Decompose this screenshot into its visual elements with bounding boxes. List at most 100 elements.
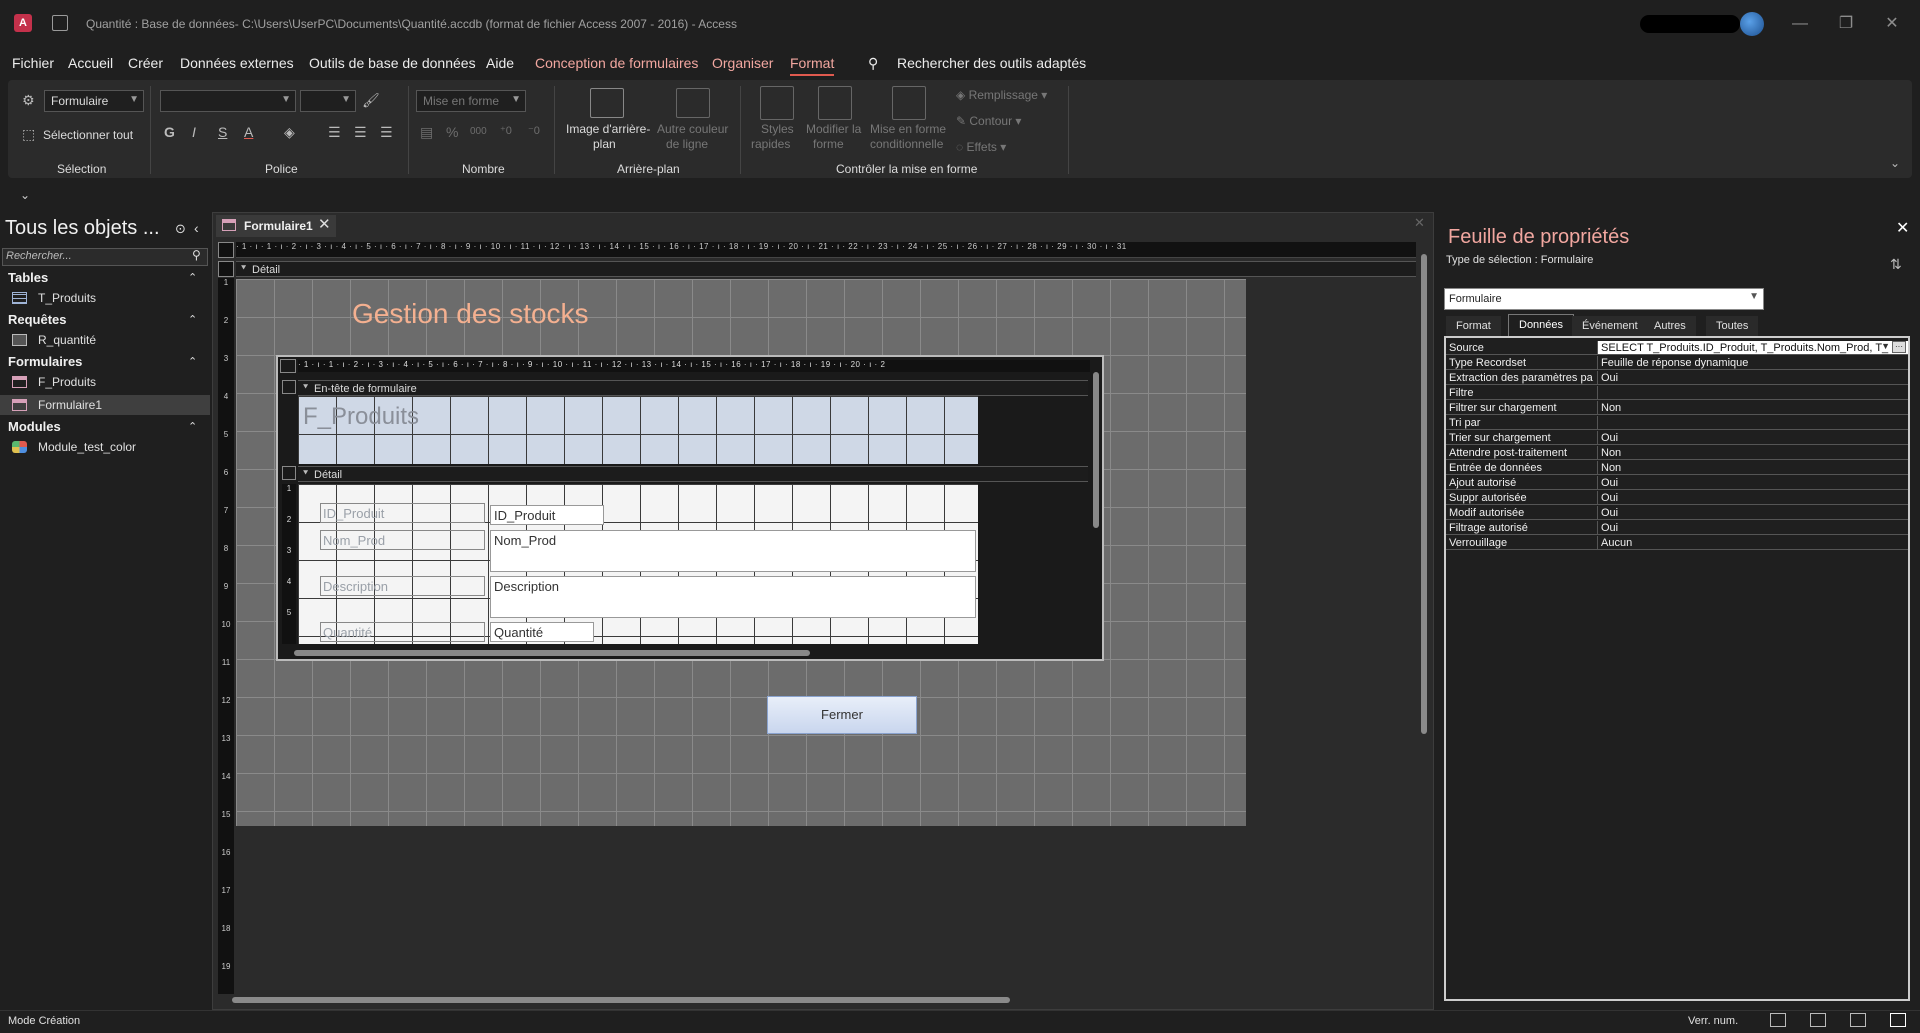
background-image-icon[interactable] bbox=[590, 88, 624, 118]
chevron-up-icon[interactable]: ⌃ bbox=[188, 313, 197, 326]
chevron-up-icon[interactable]: ⌃ bbox=[188, 271, 197, 284]
menu-creer[interactable]: Créer bbox=[128, 55, 163, 71]
property-value[interactable]: Aucun bbox=[1598, 536, 1908, 550]
font-name-combo[interactable]: ▼ bbox=[160, 90, 296, 112]
property-value[interactable]: Feuille de réponse dynamique bbox=[1598, 356, 1908, 370]
property-row[interactable]: Filtrer sur chargement Non bbox=[1446, 401, 1908, 416]
conditional-format-button[interactable]: Mise en forme bbox=[870, 122, 946, 136]
property-value[interactable]: Oui bbox=[1598, 476, 1908, 490]
field-description[interactable]: Description bbox=[490, 576, 976, 618]
tab-evenement[interactable]: Événement bbox=[1572, 316, 1648, 336]
background-image-button[interactable]: Image d'arrière- bbox=[566, 122, 650, 136]
property-row[interactable]: Source SELECT T_Produits.ID_Produit, T_Pr… bbox=[1446, 341, 1908, 356]
minimize-button[interactable]: — bbox=[1788, 12, 1812, 36]
menu-aide[interactable]: Aide bbox=[486, 55, 514, 71]
layout-view-icon[interactable] bbox=[1850, 1013, 1866, 1027]
form-view-icon[interactable] bbox=[1770, 1013, 1786, 1027]
subform-title-label[interactable]: F_Produits bbox=[303, 403, 419, 431]
subform-vertical-scroll-thumb[interactable] bbox=[1093, 372, 1099, 528]
number-format-combo[interactable]: Mise en forme ▼ bbox=[416, 90, 526, 112]
property-row[interactable]: Trier sur chargement Oui bbox=[1446, 431, 1908, 446]
form-title-label[interactable]: Gestion des stocks bbox=[352, 298, 589, 330]
menu-organiser[interactable]: Organiser bbox=[712, 55, 773, 71]
property-row[interactable]: Extraction des paramètres pa Oui bbox=[1446, 371, 1908, 386]
section-selector[interactable] bbox=[282, 466, 296, 480]
property-value[interactable]: Oui bbox=[1598, 521, 1908, 535]
increase-decimals-icon[interactable]: ⁺0 bbox=[500, 124, 512, 137]
align-center-icon[interactable]: ☰ bbox=[354, 124, 367, 141]
collapse-ribbon-icon[interactable]: ⌄ bbox=[1890, 156, 1900, 170]
subform-detail-bar[interactable]: Détail bbox=[298, 466, 1088, 482]
save-icon[interactable] bbox=[52, 15, 68, 31]
close-window-button[interactable]: ✕ bbox=[1880, 12, 1904, 36]
property-row[interactable]: Ajout autorisé Oui bbox=[1446, 476, 1908, 491]
property-value[interactable] bbox=[1598, 386, 1908, 400]
property-value[interactable] bbox=[1598, 416, 1908, 430]
search-icon[interactable]: ⚲ bbox=[868, 55, 878, 72]
field-quantite[interactable]: Quantité bbox=[490, 622, 594, 642]
format-painter-icon[interactable]: 🖌 bbox=[362, 92, 380, 109]
align-right-icon[interactable]: ☰ bbox=[380, 124, 393, 141]
field-id-produit[interactable]: ID_Produit bbox=[490, 505, 604, 525]
datasheet-view-icon[interactable] bbox=[1810, 1013, 1826, 1027]
conditional-format-button-line2[interactable]: conditionnelle bbox=[870, 137, 943, 151]
avatar[interactable] bbox=[1740, 12, 1764, 36]
property-value[interactable]: Oui bbox=[1598, 491, 1908, 505]
quick-styles-button-line2[interactable]: rapides bbox=[751, 137, 790, 151]
conditional-format-icon[interactable] bbox=[892, 86, 926, 120]
nav-group-modules[interactable]: Modules bbox=[8, 419, 61, 434]
change-shape-icon[interactable] bbox=[818, 86, 852, 120]
italic-button[interactable]: I bbox=[192, 124, 196, 140]
section-selector[interactable] bbox=[282, 380, 296, 394]
property-row[interactable]: Entrée de données Non bbox=[1446, 461, 1908, 476]
property-row[interactable]: Verrouillage Aucun bbox=[1446, 536, 1908, 551]
quick-styles-button[interactable]: Styles bbox=[761, 122, 794, 136]
nav-pane-title[interactable]: Tous les objets ... bbox=[5, 217, 160, 240]
subform-horizontal-scroll-thumb[interactable] bbox=[294, 650, 810, 656]
alt-row-color-icon[interactable] bbox=[676, 88, 710, 118]
object-select-combo[interactable]: Formulaire ▼ bbox=[44, 90, 144, 112]
font-size-combo[interactable]: ▼ bbox=[300, 90, 356, 112]
tab-donnees[interactable]: Données bbox=[1508, 314, 1575, 336]
nav-item-t-produits[interactable]: T_Produits bbox=[0, 288, 210, 308]
property-row[interactable]: Type Recordset Feuille de réponse dynamiq… bbox=[1446, 356, 1908, 371]
property-value[interactable]: Non bbox=[1598, 446, 1908, 460]
fermer-button[interactable]: Fermer bbox=[767, 696, 917, 734]
subform-header-bar[interactable]: En-tête de formulaire bbox=[298, 380, 1088, 396]
menu-format[interactable]: Format bbox=[790, 55, 835, 76]
label-id-produit[interactable]: ID_Produit bbox=[320, 503, 485, 523]
currency-icon[interactable]: ▤ bbox=[420, 124, 433, 141]
menu-outils-bdd[interactable]: Outils de base de données bbox=[309, 55, 476, 71]
nav-group-tables[interactable]: Tables bbox=[8, 270, 48, 285]
alt-row-color-button-line2[interactable]: de ligne bbox=[666, 137, 708, 151]
property-value[interactable]: Oui bbox=[1598, 506, 1908, 520]
close-tab-icon[interactable]: ✕ bbox=[318, 215, 331, 233]
bold-button[interactable]: G bbox=[164, 124, 175, 140]
change-shape-button-line2[interactable]: forme bbox=[813, 137, 844, 151]
form-selector[interactable] bbox=[218, 242, 234, 258]
document-vertical-scroll-thumb[interactable] bbox=[1421, 254, 1427, 734]
decrease-decimals-icon[interactable]: ⁻0 bbox=[528, 124, 540, 137]
tab-format[interactable]: Format bbox=[1446, 316, 1501, 336]
sort-icon[interactable]: ⇅ bbox=[1890, 256, 1902, 273]
font-color-icon[interactable]: A bbox=[244, 124, 253, 140]
tab-toutes[interactable]: Toutes bbox=[1706, 316, 1759, 336]
underline-button[interactable]: S bbox=[218, 124, 227, 140]
document-horizontal-scroll-thumb[interactable] bbox=[232, 997, 1010, 1003]
background-image-button-line2[interactable]: plan bbox=[593, 137, 616, 151]
property-row[interactable]: Tri par bbox=[1446, 416, 1908, 431]
nav-item-module-test-color[interactable]: Module_test_color bbox=[0, 437, 210, 457]
subform-selector[interactable] bbox=[280, 359, 296, 373]
restore-button[interactable]: ❐ bbox=[1834, 12, 1858, 36]
select-all-button[interactable]: Sélectionner tout bbox=[43, 128, 133, 142]
menu-donnees-externes[interactable]: Données externes bbox=[180, 55, 294, 71]
close-document-icon[interactable]: ✕ bbox=[1414, 215, 1425, 231]
label-nom-prod[interactable]: Nom_Prod bbox=[320, 530, 485, 550]
property-row[interactable]: Modif autorisée Oui bbox=[1446, 506, 1908, 521]
nav-collapse-icon[interactable]: ‹ bbox=[194, 220, 199, 236]
nav-item-formulaire1[interactable]: Formulaire1 bbox=[0, 395, 210, 415]
design-view-icon[interactable] bbox=[1890, 1013, 1906, 1027]
property-value[interactable]: Oui bbox=[1598, 371, 1908, 385]
dropdown-icon[interactable]: ▼ bbox=[1881, 341, 1890, 351]
build-ellipsis-icon[interactable]: ··· bbox=[1892, 341, 1906, 353]
